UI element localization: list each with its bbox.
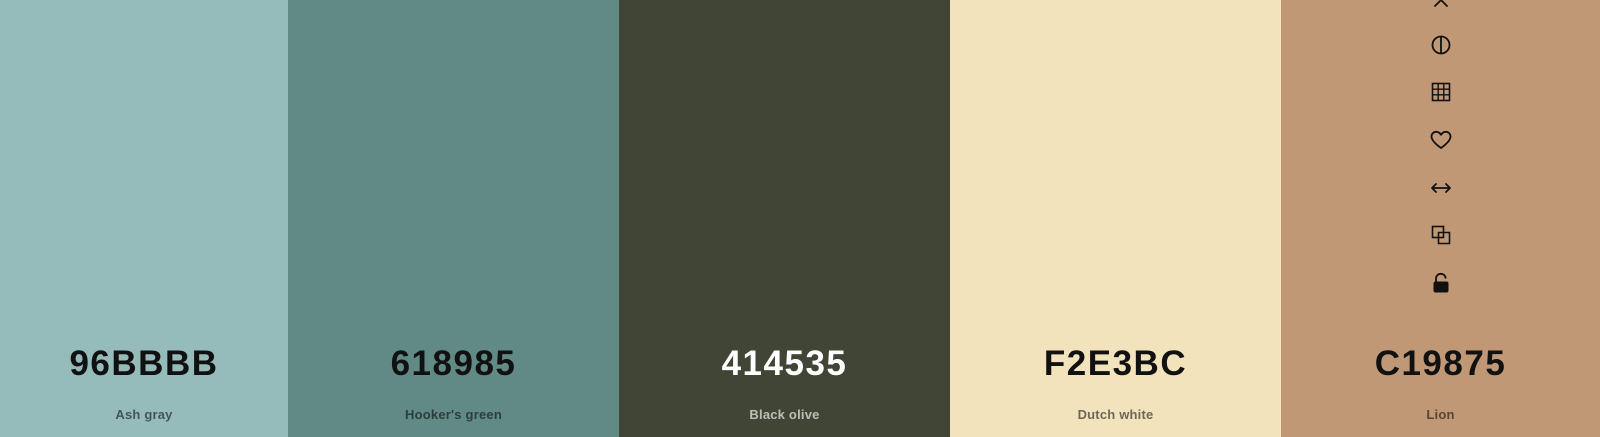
contrast-icon[interactable] bbox=[1429, 33, 1453, 57]
swatch-hex[interactable]: 96BBBB bbox=[0, 344, 288, 384]
swatch-name[interactable]: Dutch white bbox=[950, 407, 1281, 423]
heart-icon[interactable] bbox=[1429, 128, 1453, 152]
close-icon[interactable] bbox=[1429, 0, 1453, 12]
swatch-ash-gray[interactable]: 96BBBB Ash gray bbox=[0, 0, 288, 437]
swatch-hex[interactable]: 618985 bbox=[288, 344, 619, 384]
swatch-name[interactable]: Lion bbox=[1281, 407, 1600, 423]
swatch-name[interactable]: Black olive bbox=[619, 407, 950, 423]
swatch-lion[interactable]: C19875 Lion bbox=[1281, 0, 1600, 437]
palette: 96BBBB Ash gray 618985 Hooker's green 41… bbox=[0, 0, 1600, 437]
swatch-hex[interactable]: F2E3BC bbox=[950, 344, 1281, 384]
swatch-dutch-white[interactable]: F2E3BC Dutch white bbox=[950, 0, 1281, 437]
unlock-icon[interactable] bbox=[1429, 271, 1453, 295]
swatch-black-olive[interactable]: 414535 Black olive bbox=[619, 0, 950, 437]
grid-icon[interactable] bbox=[1429, 80, 1453, 104]
drag-arrows-icon[interactable] bbox=[1429, 176, 1453, 200]
swatch-name[interactable]: Hooker's green bbox=[288, 407, 619, 423]
copy-icon[interactable] bbox=[1429, 223, 1453, 247]
swatch-name[interactable]: Ash gray bbox=[0, 407, 288, 423]
swatch-hex[interactable]: 414535 bbox=[619, 344, 950, 384]
swatch-hex[interactable]: C19875 bbox=[1281, 344, 1600, 384]
swatch-hookers-green[interactable]: 618985 Hooker's green bbox=[288, 0, 619, 437]
